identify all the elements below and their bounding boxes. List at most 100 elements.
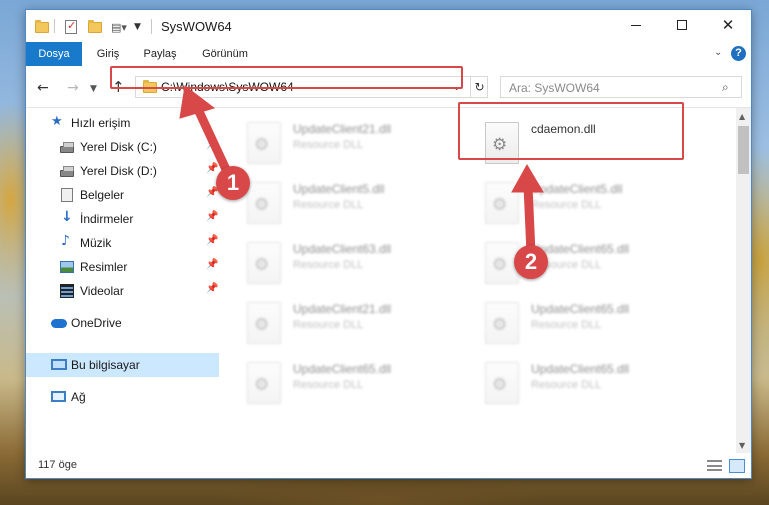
window-title: SysWOW64 [161,19,232,34]
file-type: Resource DLL [293,319,364,331]
search-icon[interactable]: ⌕ [722,80,729,95]
search-box[interactable]: Ara: SysWOW64 ⌕ [500,76,742,98]
help-icon[interactable]: ? [731,46,746,61]
scrollbar-thumb[interactable] [738,126,749,174]
folder-icon [35,19,49,35]
tab-file[interactable]: Dosya [26,42,82,66]
address-bar-highlight [110,66,463,89]
pin-icon[interactable]: 📌 [206,139,218,150]
sidebar-item-label: Yerel Disk (D:) [80,164,157,178]
videos-icon [60,284,74,298]
sidebar-item-music[interactable]: ♪ Müzik 📌 [26,231,219,255]
item-count: 117 öge [38,459,77,471]
sidebar-item-label: Resimler [80,260,128,274]
maximize-button[interactable] [659,10,705,40]
drive-icon [60,142,74,153]
forward-arrow-icon[interactable]: → [67,80,79,96]
sidebar-item-quick-access[interactable]: ★ Hızlı erişim [26,111,219,135]
pin-icon[interactable]: 📌 [206,211,218,222]
file-name: UpdateClient65.dll [531,302,630,316]
file-type: Resource DLL [531,319,602,331]
dll-file-icon [485,302,519,344]
file-highlight [458,102,684,160]
vertical-scrollbar[interactable]: ▲ ▼ [736,108,751,453]
sidebar-item-label: Yerel Disk (C:) [80,140,157,154]
close-button[interactable]: ✕ [705,10,751,40]
file-item[interactable]: UpdateClient5.dll Resource DLL [485,178,695,228]
ribbon-tabs: Dosya Giriş Paylaş Görünüm ⌄ ? [26,42,751,66]
computer-icon [51,359,67,370]
tab-share[interactable]: Paylaş [138,42,182,66]
large-icons-view-icon[interactable] [729,459,745,473]
pin-icon[interactable]: 📌 [206,283,218,294]
file-name: UpdateClient21.dll [293,122,392,136]
dll-file-icon [485,362,519,404]
step-marker-2: 2 [514,245,548,279]
dll-file-icon [247,242,281,284]
file-type: Resource DLL [293,199,364,211]
file-name: UpdateClient5.dll [531,182,623,196]
details-view-icon[interactable] [707,460,722,471]
star-icon: ★ [51,114,63,129]
pin-icon[interactable]: 📌 [206,235,218,246]
sidebar-item-network[interactable]: Ağ [26,385,219,409]
status-bar: 117 öge [26,453,751,478]
sidebar-item-local-disk-c[interactable]: Yerel Disk (C:) 📌 [26,135,219,159]
step-marker-1: 1 [216,166,250,200]
expand-ribbon-icon[interactable]: ⌄ [714,47,722,58]
sidebar-item-label: Ağ [71,390,86,404]
file-name: UpdateClient65.dll [531,362,630,376]
sidebar-item-label: Belgeler [80,188,125,202]
download-icon: ↓ [61,209,73,225]
new-folder-icon[interactable] [88,19,102,35]
navigation-pane: ★ Hızlı erişim Yerel Disk (C:) 📌 Yerel D… [26,108,219,451]
minimize-button[interactable] [613,10,659,40]
documents-icon [61,188,73,202]
dll-file-icon [247,302,281,344]
tab-home[interactable]: Giriş [90,42,126,66]
back-arrow-icon[interactable]: ← [37,80,49,96]
drive-icon [60,166,74,177]
divider [151,19,152,34]
pictures-icon [60,261,74,273]
file-item[interactable]: UpdateClient65.dll Resource DLL [485,298,695,348]
sidebar-item-onedrive[interactable]: OneDrive [26,311,219,335]
pin-icon[interactable]: 📌 [206,163,218,174]
file-type: Resource DLL [293,379,364,391]
sidebar-item-local-disk-d[interactable]: Yerel Disk (D:) 📌 [26,159,219,183]
file-item[interactable]: UpdateClient21.dll Resource DLL [247,298,457,348]
sidebar-item-videos[interactable]: Videolar 📌 [26,279,219,303]
file-name: UpdateClient21.dll [293,302,392,316]
refresh-icon[interactable]: ↻ [470,77,488,97]
sidebar-item-label: İndirmeler [80,212,134,226]
pin-icon[interactable]: 📌 [206,259,218,270]
sidebar-item-pictures[interactable]: Resimler 📌 [26,255,219,279]
file-item[interactable]: UpdateClient21.dll Resource DLL [247,118,457,168]
file-item[interactable]: UpdateClient65.dll Resource DLL [247,358,457,408]
dll-file-icon [247,122,281,164]
sidebar-item-this-pc[interactable]: Bu bilgisayar [26,353,219,377]
file-item[interactable]: UpdateClient5.dll Resource DLL [247,178,457,228]
cloud-icon [51,319,67,328]
dll-file-icon [247,362,281,404]
view-options-icon[interactable]: ▤▾ [111,19,129,35]
file-name: UpdateClient5.dll [293,182,385,196]
divider [54,19,55,33]
dll-file-icon [247,182,281,224]
scroll-up-icon[interactable]: ▲ [739,112,745,121]
sidebar-item-documents[interactable]: Belgeler 📌 [26,183,219,207]
sidebar-item-downloads[interactable]: ↓ İndirmeler 📌 [26,207,219,231]
scroll-down-icon[interactable]: ▼ [739,441,745,450]
sidebar-item-label: Müzik [80,236,112,250]
recent-locations-icon[interactable]: ▼ [90,84,97,94]
quick-access-dropdown-icon[interactable]: ▼ [134,19,141,35]
file-item[interactable]: UpdateClient65.dll Resource DLL [485,358,695,408]
dll-file-icon [485,182,519,224]
file-item[interactable]: UpdateClient63.dll Resource DLL [247,238,457,288]
properties-icon[interactable] [65,19,79,35]
search-input[interactable]: Ara: SysWOW64 [509,81,600,95]
file-type: Resource DLL [293,259,364,271]
file-name: UpdateClient65.dll [293,362,392,376]
file-name: UpdateClient63.dll [293,242,392,256]
tab-view[interactable]: Görünüm [196,42,254,66]
